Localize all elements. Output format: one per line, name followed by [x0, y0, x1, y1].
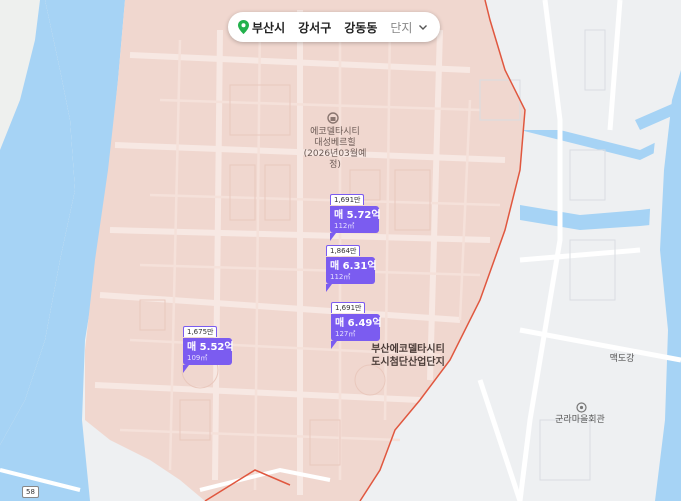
- location-pin-icon: [238, 20, 249, 34]
- region-breadcrumb[interactable]: 부산시 강서구 강동동 단지: [228, 12, 440, 42]
- listing-marker[interactable]: 1,864만 매 6.31억 112㎡: [326, 238, 377, 292]
- apartment-poi-icon[interactable]: [327, 112, 339, 124]
- complex-label-line1: 에코델타시티: [310, 127, 360, 137]
- unit-price: 1,691만: [330, 194, 365, 205]
- deal-price: 매 5.52억: [187, 342, 234, 353]
- breadcrumb-dong-label: 강동동: [344, 20, 378, 35]
- marker-tail: [331, 341, 337, 349]
- complex-label[interactable]: 에코델타시티 대성베르힐 (2026년03월예정): [300, 127, 370, 171]
- marker-tail: [326, 284, 332, 292]
- road-number-shield: 58: [22, 486, 39, 498]
- deal-price: 매 6.31억: [330, 261, 377, 272]
- breadcrumb-dong[interactable]: 강동동: [344, 19, 377, 36]
- listing-marker[interactable]: 1,691만 매 6.49억 127㎡: [331, 295, 382, 349]
- listing-card[interactable]: 매 5.52억 109㎡: [183, 338, 234, 365]
- area-size: 109㎡: [187, 354, 208, 362]
- area-size: 112㎡: [334, 222, 355, 230]
- unit-price: 1,691만: [331, 302, 366, 313]
- unit-price: 1,675만: [183, 326, 218, 337]
- industrial-label-line2: 도시첨단산업단지: [371, 357, 445, 368]
- breadcrumb-city-label: 부산시: [252, 20, 286, 35]
- area-size: 127㎡: [335, 330, 356, 338]
- industrial-label-line1: 부산에코델타시티: [371, 344, 445, 355]
- industrial-area-label: 부산에코델타시티 도시첨단산업단지: [368, 343, 448, 369]
- breadcrumb-type-label: 단지: [390, 20, 413, 35]
- gunramaeul-label: 군라마을회관: [555, 415, 605, 425]
- complex-label-line3: (2026년03월예정): [303, 149, 367, 170]
- mokdogang-label: 맥도강: [609, 354, 635, 364]
- breadcrumb-district[interactable]: 강서구: [298, 19, 331, 36]
- marker-tail: [183, 365, 189, 373]
- listing-marker[interactable]: 1,675만 매 5.52억 109㎡: [183, 319, 234, 373]
- map-view[interactable]: 부산시 강서구 강동동 단지 에코델타시티 대성베르힐 (2026년03월예정)…: [0, 0, 681, 501]
- listing-marker[interactable]: 1,691만 매 5.72억 112㎡: [330, 187, 381, 241]
- breadcrumb-city[interactable]: 부산시: [238, 19, 285, 36]
- breadcrumb-district-label: 강서구: [298, 20, 332, 35]
- deal-price: 매 5.72억: [334, 210, 381, 221]
- listing-card[interactable]: 매 5.72억 112㎡: [330, 206, 381, 233]
- listing-card[interactable]: 매 6.31억 112㎡: [326, 257, 377, 284]
- complex-label-line2: 대성베르힐: [314, 138, 356, 148]
- listing-card[interactable]: 매 6.49억 127㎡: [331, 314, 382, 341]
- deal-price: 매 6.49억: [335, 318, 382, 329]
- area-size: 112㎡: [330, 273, 351, 281]
- breadcrumb-type[interactable]: 단지: [390, 19, 412, 36]
- unit-price: 1,864만: [326, 245, 361, 256]
- community-hall-icon[interactable]: [576, 402, 587, 413]
- chevron-down-icon[interactable]: [418, 22, 428, 32]
